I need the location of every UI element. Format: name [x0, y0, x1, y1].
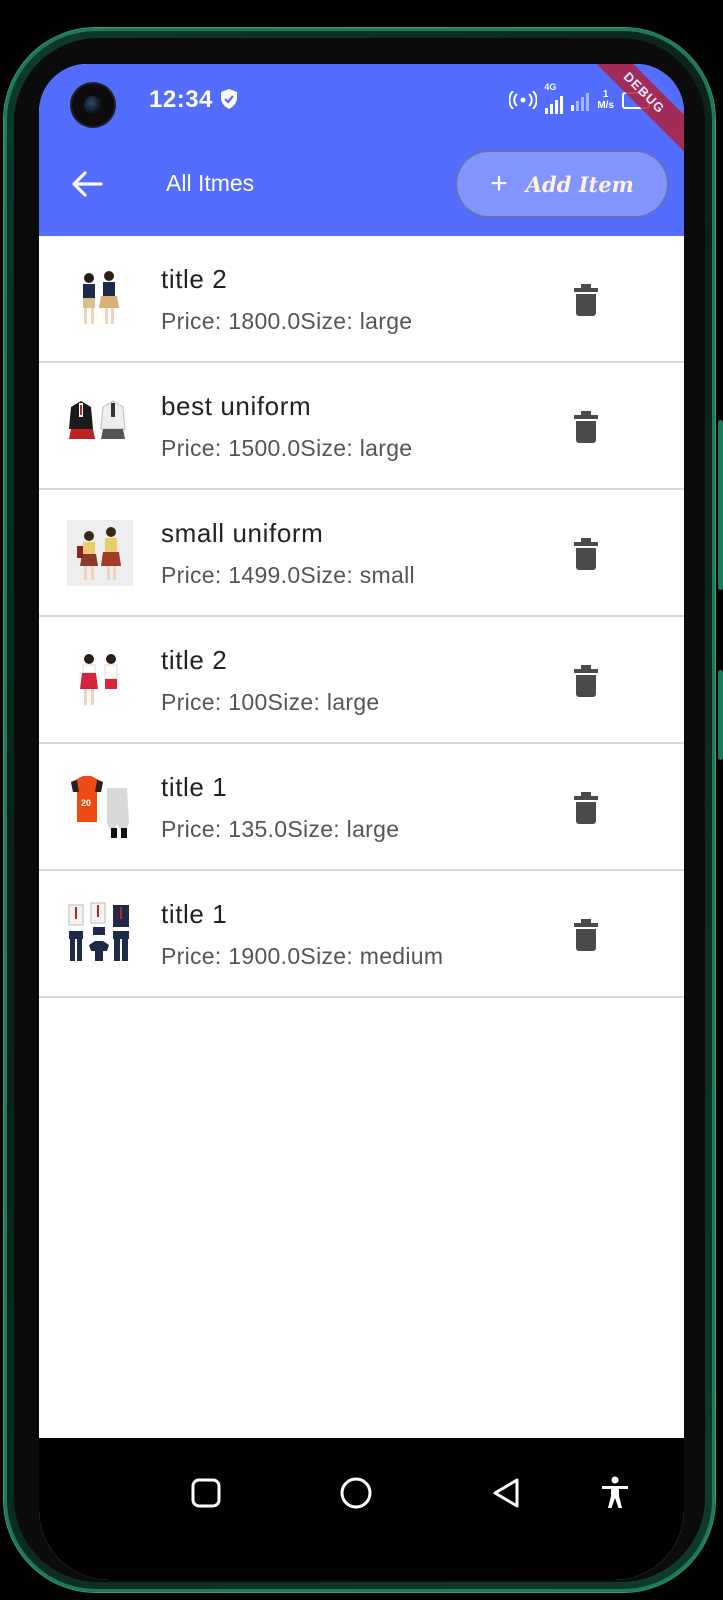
front-camera [72, 84, 114, 126]
back-nav-button[interactable] [481, 1468, 531, 1518]
list-item[interactable]: 20 title 1 Price: 135.0Size: large [39, 744, 684, 871]
item-subtitle: Price: 1900.0Size: medium [161, 943, 444, 969]
item-image [67, 901, 133, 967]
network-type: 4G [544, 82, 557, 92]
signal-strength-icon: 4G [544, 82, 564, 114]
delete-button[interactable] [567, 789, 605, 827]
app-bar: 12:34 4G 1 M/s DEBUG All Itmes + Add Ite… [39, 64, 684, 236]
circle-icon [340, 1477, 372, 1509]
back-button[interactable] [67, 164, 107, 204]
trash-icon [574, 284, 598, 316]
add-item-button[interactable]: + Add Item [455, 150, 669, 218]
item-list: title 2 Price: 1800.0Size: large best un… [39, 236, 684, 998]
delete-button[interactable] [567, 281, 605, 319]
home-button[interactable] [331, 1468, 381, 1518]
list-item[interactable]: small uniform Price: 1499.0Size: small [39, 490, 684, 617]
list-item[interactable]: best uniform Price: 1500.0Size: large [39, 363, 684, 490]
delete-button[interactable] [567, 662, 605, 700]
trash-icon [574, 792, 598, 824]
hotspot-icon [509, 91, 538, 109]
status-time: 12:34 [149, 86, 213, 113]
plus-icon: + [490, 167, 508, 200]
item-image [67, 266, 133, 332]
item-title: title 2 [161, 645, 228, 675]
square-icon [191, 1478, 221, 1508]
item-image [67, 647, 133, 713]
delete-button[interactable] [567, 535, 605, 573]
item-image: 20 [67, 774, 133, 840]
power-button [718, 670, 723, 760]
item-subtitle: Price: 100Size: large [161, 689, 380, 715]
item-title: best uniform [161, 391, 312, 421]
item-subtitle: Price: 1499.0Size: small [161, 562, 415, 588]
system-nav-bar [39, 1438, 684, 1580]
delete-button[interactable] [567, 408, 605, 446]
item-image [67, 393, 133, 459]
shield-icon [221, 89, 237, 109]
delete-button[interactable] [567, 916, 605, 954]
item-subtitle: Price: 1500.0Size: large [161, 435, 413, 461]
screen: 12:34 4G 1 M/s DEBUG All Itmes + Add Ite… [39, 64, 684, 1580]
item-title: title 1 [161, 772, 228, 802]
arrow-left-icon [72, 171, 103, 197]
item-subtitle: Price: 135.0Size: large [161, 816, 400, 842]
svg-text:20: 20 [81, 798, 91, 808]
net-speed: 1 M/s [597, 89, 614, 111]
list-item[interactable]: title 2 Price: 1800.0Size: large [39, 236, 684, 363]
accessibility-button[interactable] [590, 1468, 640, 1518]
recents-button[interactable] [181, 1468, 231, 1518]
list-item[interactable]: title 2 Price: 100Size: large [39, 617, 684, 744]
list-item[interactable]: title 1 Price: 1900.0Size: medium [39, 871, 684, 998]
trash-icon [574, 919, 598, 951]
accessibility-icon [602, 1476, 628, 1508]
item-image [67, 520, 133, 586]
item-subtitle: Price: 1800.0Size: large [161, 308, 413, 334]
trash-icon [574, 665, 598, 697]
signal-strength-2-icon [571, 89, 590, 111]
volume-button [718, 420, 723, 590]
item-title: title 1 [161, 899, 228, 929]
triangle-back-icon [493, 1478, 519, 1508]
trash-icon [574, 411, 598, 443]
add-item-label: Add Item [525, 171, 634, 197]
item-title: small uniform [161, 518, 324, 548]
trash-icon [574, 538, 598, 570]
page-title: All Itmes [166, 170, 255, 196]
item-title: title 2 [161, 264, 228, 294]
